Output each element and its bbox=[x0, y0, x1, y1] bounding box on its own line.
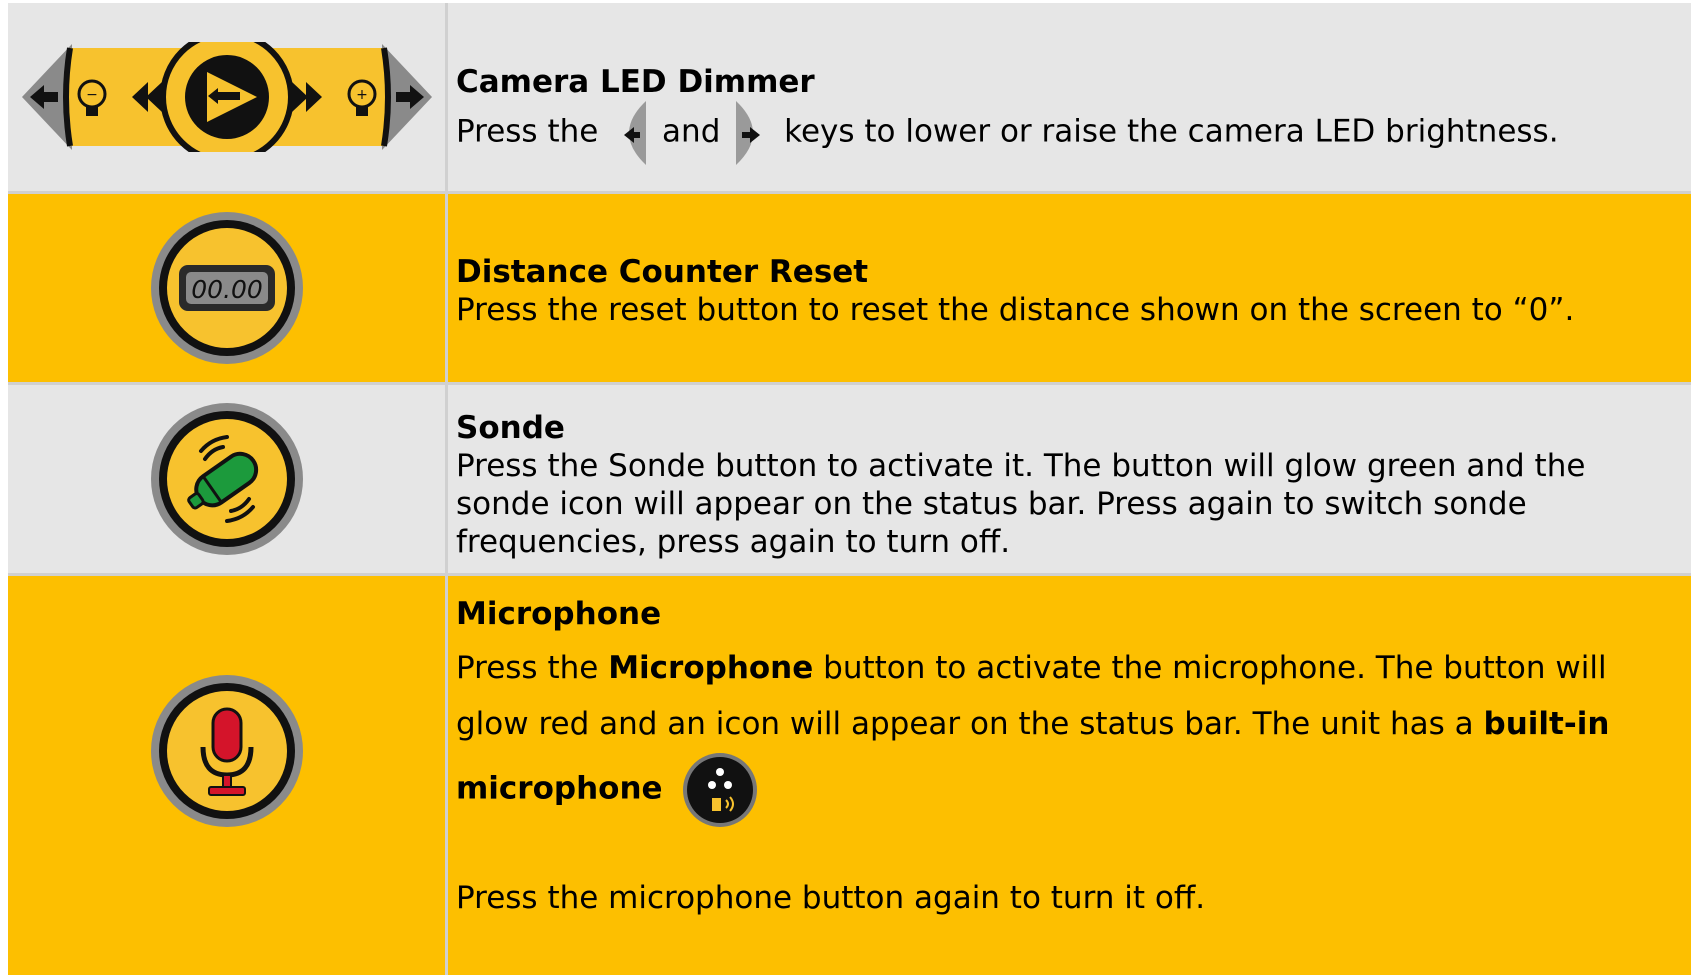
icon-cell: 00.00 bbox=[8, 194, 445, 382]
icon-cell bbox=[8, 576, 445, 925]
text-cell: Distance Counter Reset Press the reset b… bbox=[456, 194, 1681, 382]
right-key-icon bbox=[736, 101, 761, 165]
column-divider bbox=[445, 194, 448, 382]
microphone-icon bbox=[150, 674, 303, 827]
text-cell: Microphone Press the Microphone button t… bbox=[456, 576, 1681, 975]
counter-display-text: 00.00 bbox=[191, 275, 263, 304]
row-description: Press the reset button to reset the dist… bbox=[456, 292, 1575, 328]
row-description-2: Press the microphone button again to tur… bbox=[456, 880, 1206, 916]
desc-text-middle: and bbox=[662, 113, 721, 150]
desc-text-after: keys to lower or raise the camera LED br… bbox=[784, 113, 1559, 150]
row-microphone: Microphone Press the Microphone button t… bbox=[8, 576, 1691, 975]
row-description: Press the and keys to lower or raise the… bbox=[456, 101, 1681, 165]
svg-text:+: + bbox=[356, 87, 368, 103]
row-title: Microphone bbox=[456, 596, 662, 632]
row-distance-counter-reset: 00.00 Distance Counter Reset Press the r… bbox=[8, 194, 1691, 382]
desc-text-before: Press the bbox=[456, 113, 599, 150]
icon-cell bbox=[8, 385, 445, 573]
row-title: Distance Counter Reset bbox=[456, 254, 869, 290]
desc-text-before: Press the bbox=[456, 650, 599, 686]
column-divider bbox=[445, 385, 448, 573]
text-cell: Camera LED Dimmer Press the and keys to … bbox=[456, 3, 1681, 191]
led-dimmer-dial-icon: − + bbox=[21, 42, 432, 152]
sonde-icon bbox=[150, 403, 303, 555]
desc-bold-microphone: Microphone bbox=[608, 650, 814, 686]
built-in-microphone-icon bbox=[683, 753, 758, 827]
row-title: Sonde bbox=[456, 410, 565, 446]
svg-text:−: − bbox=[86, 87, 98, 103]
instruction-table: − + Camera LED Dimmer Press the and keys… bbox=[8, 3, 1691, 975]
row-title: Camera LED Dimmer bbox=[456, 64, 815, 100]
icon-cell: − + bbox=[8, 3, 445, 191]
row-camera-led-dimmer: − + Camera LED Dimmer Press the and keys… bbox=[8, 3, 1691, 191]
distance-counter-icon: 00.00 bbox=[150, 212, 303, 364]
column-divider bbox=[445, 3, 448, 191]
text-cell: Sonde Press the Sonde button to activate… bbox=[456, 385, 1681, 573]
row-sonde: Sonde Press the Sonde button to activate… bbox=[8, 385, 1691, 573]
column-divider bbox=[445, 576, 448, 975]
row-description: Press the Microphone button to activate … bbox=[456, 640, 1681, 828]
left-key-icon bbox=[624, 101, 647, 165]
row-description: Press the Sonde button to activate it. T… bbox=[456, 448, 1586, 560]
